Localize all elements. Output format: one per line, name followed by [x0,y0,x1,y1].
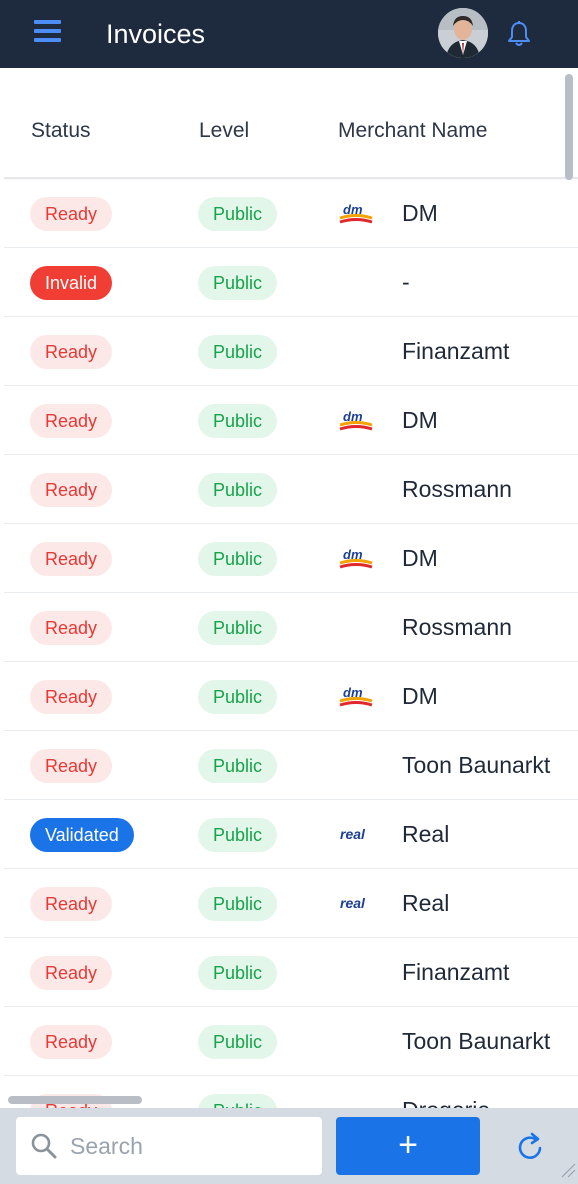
add-invoice-button[interactable]: + [336,1117,480,1175]
svg-text:real: real [340,895,366,911]
status-badge: Ready [30,956,113,990]
merchant-name: Finanzamt [402,338,510,364]
status-badge: Ready [30,542,113,576]
status-badge: Ready [30,1025,113,1059]
dm-logo: dm [338,684,374,708]
table-row[interactable]: Ready Public Finanzamt [4,938,578,1007]
real-logo: real [338,891,374,915]
invoices-table: Status Level Merchant Name Ready Public dm… [4,68,578,1108]
bell-icon[interactable] [506,20,532,48]
status-badge: Invalid [30,266,113,300]
status-badge: Ready [30,611,113,645]
top-app-bar: Invoices [0,0,578,68]
status-badge: Ready [30,335,113,369]
level-badge: Public [198,956,278,990]
column-header-level[interactable]: Level [199,119,249,143]
status-badge: Ready [30,473,113,507]
merchant-name: Toon Baunarkt [402,752,551,778]
level-badge: Public [198,1094,278,1108]
status-badge: Ready [30,887,113,921]
table-row[interactable]: Ready Public Toon Baunarkt [4,1007,578,1076]
table-header: Status Level Merchant Name [4,68,578,179]
status-badge: Ready [30,197,113,231]
table-body: Ready Public dm DM Invalid Public - Ready Public… [4,179,578,1108]
search-input[interactable] [70,1117,310,1175]
vertical-scrollbar[interactable] [565,74,573,180]
status-badge: Validated [30,818,134,852]
merchant-name: DM [402,407,438,433]
level-badge: Public [198,680,278,714]
refresh-icon[interactable] [514,1130,548,1164]
level-badge: Public [198,887,278,921]
table-row[interactable]: Ready Public dm DM [4,179,578,248]
merchant-name: Toon Baunarkt [402,1028,551,1054]
table-row[interactable]: Ready Public Rossmann [4,593,578,662]
svg-text:real: real [340,826,366,842]
level-badge: Public [198,266,278,300]
merchant-name: DM [402,683,438,709]
merchant-name: Rossmann [402,476,512,502]
level-badge: Public [198,473,278,507]
search-box[interactable] [16,1117,322,1175]
merchant-name: DM [402,545,438,571]
avatar[interactable] [438,8,488,58]
level-badge: Public [198,335,278,369]
table-row[interactable]: Ready Public Toon Baunarkt [4,731,578,800]
level-badge: Public [198,818,278,852]
merchant-name: Real [402,890,450,916]
status-badge: Ready [30,749,113,783]
column-header-status[interactable]: Status [31,119,91,143]
merchant-name: - [402,269,410,295]
dm-logo: dm [338,201,374,225]
table-row[interactable]: Ready Public dm DM [4,524,578,593]
merchant-name: Rossmann [402,614,512,640]
bottom-toolbar: + [0,1108,578,1184]
status-badge: Ready [30,680,113,714]
dm-logo: dm [338,408,374,432]
level-badge: Public [198,1025,278,1059]
merchant-name: DM [402,200,438,226]
table-row[interactable]: Validated Public real Real [4,800,578,869]
table-row[interactable]: Ready Public Finanzamt [4,317,578,386]
table-row[interactable]: Ready Public dm DM [4,662,578,731]
table-row[interactable]: Invalid Public - [4,248,578,317]
search-icon [31,1133,57,1159]
horizontal-scrollbar[interactable] [8,1096,142,1104]
level-badge: Public [198,197,278,231]
table-row[interactable]: Ready Public Rossmann [4,455,578,524]
menu-icon[interactable] [30,20,66,48]
level-badge: Public [198,404,278,438]
table-row[interactable]: Ready Public dm DM [4,386,578,455]
merchant-name: Drogerie [402,1097,490,1108]
merchant-name: Finanzamt [402,959,510,985]
merchant-name: Real [402,821,450,847]
level-badge: Public [198,749,278,783]
level-badge: Public [198,542,278,576]
status-badge: Ready [30,404,113,438]
column-header-merchant-name[interactable]: Merchant Name [338,119,487,143]
table-row[interactable]: Ready Public real Real [4,869,578,938]
page-title: Invoices [106,19,206,49]
resize-grip-icon [561,1163,576,1178]
real-logo: real [338,822,374,846]
level-badge: Public [198,611,278,645]
dm-logo: dm [338,546,374,570]
